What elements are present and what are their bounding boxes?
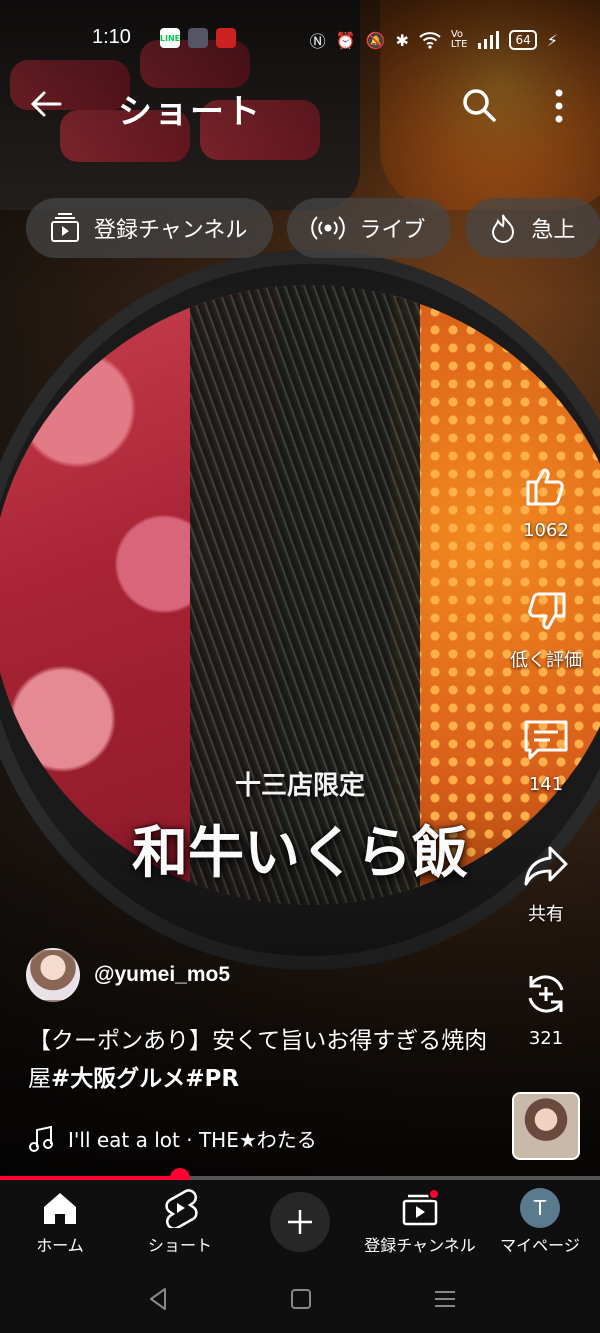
system-navigation-bar [0,1264,600,1333]
dislike-button[interactable]: 低く評価 [504,588,588,672]
signal-icon [478,31,500,49]
recents-menu-icon[interactable] [430,1284,460,1314]
nav-home[interactable]: ホーム [0,1188,120,1256]
music-thumbnail[interactable] [512,1092,580,1160]
battery-level: 64 [509,30,537,50]
nav-shorts-label: ショート [147,1236,212,1255]
user-avatar: T [520,1188,560,1228]
mute-icon: 🔕 [365,30,386,50]
chip-live[interactable]: ライブ [287,198,452,258]
home-icon [44,1193,76,1224]
nav-you[interactable]: T マイページ [480,1188,600,1256]
comments-button[interactable]: 141 [504,716,588,795]
subscriptions-icon [51,213,79,242]
feed-filter-chips: 登録チャンネル ライブ 急上 [26,198,600,258]
chip-label: ライブ [359,218,426,243]
music-track: I'll eat a lot · THE★わたる [68,1128,317,1152]
chip-subscriptions[interactable]: 登録チャンネル [26,198,274,258]
dislike-label: 低く評価 [510,650,582,671]
music-row[interactable]: I'll eat a lot · THE★わたる [28,1124,317,1153]
app-icon [188,28,208,48]
remix-icon [528,975,564,1013]
share-button[interactable]: 共有 [504,842,588,926]
status-indicators: Ⓝ ⏰ 🔕 ✱ Vo LTE 64 ⚡ [310,28,558,52]
share-label: 共有 [528,904,564,925]
like-button[interactable]: 1062 [504,462,588,541]
more-vert-icon [555,89,563,123]
plus-icon [288,1210,312,1234]
channel-avatar[interactable] [26,948,80,1002]
notification-dot [428,1188,440,1200]
line-app-icon: LINE [160,28,180,48]
remix-count: 321 [528,1028,564,1049]
chip-trending[interactable]: 急上 [465,198,600,258]
nav-shorts[interactable]: ショート [120,1188,240,1256]
home-square-icon[interactable] [286,1284,316,1314]
bluetooth-icon: ✱ [395,30,409,50]
nav-you-label: マイページ [500,1236,580,1255]
chip-label: 登録チャンネル [94,218,248,243]
thumb-up-icon [526,468,564,506]
search-icon [463,89,496,122]
comment-icon [524,720,568,760]
nfc-icon: Ⓝ [309,32,326,51]
status-time: 1:10 [92,26,131,48]
back-button[interactable] [28,86,68,126]
app-icon [216,28,236,48]
page-title: ショート [118,92,262,132]
nav-subscriptions-label: 登録チャンネル [364,1236,476,1255]
back-triangle-icon[interactable] [143,1284,173,1314]
trending-icon [492,214,515,243]
nav-subscriptions[interactable]: 登録チャンネル [360,1188,480,1256]
channel-handle[interactable]: @yumei_mo5 [94,963,230,987]
music-note-icon [29,1125,53,1152]
nav-home-label: ホーム [36,1236,84,1255]
arrow-left-icon [30,91,62,117]
shorts-icon [165,1189,198,1230]
live-icon [311,216,346,240]
shorts-header: ショート [0,80,600,134]
chip-label: 急上 [531,218,576,243]
wifi-icon [419,32,441,49]
comment-count: 141 [528,774,564,795]
status-bar: 1:10 LINE Ⓝ ⏰ 🔕 ✱ Vo LTE 64 ⚡ [0,24,600,58]
video-description[interactable]: 【クーポンあり】安くて旨いお得すぎる焼肉屋#大阪グルメ#PR [28,1022,498,1098]
like-count: 1062 [523,520,569,541]
share-icon [524,846,568,886]
alarm-icon: ⏰ [335,30,356,50]
hashtags[interactable]: #大阪グルメ#PR [51,1066,239,1092]
thumb-down-icon [528,592,566,630]
channel-row[interactable]: @yumei_mo5 [26,948,230,1002]
remix-button[interactable]: 321 [504,970,588,1049]
create-button[interactable] [270,1192,330,1252]
volte-icon: Vo LTE [450,29,468,50]
bottom-navigation: ホーム ショート 登録チャンネル T マイページ [0,1180,600,1264]
status-app-icons: LINE [160,28,236,48]
charging-icon: ⚡ [546,30,558,50]
more-options-button[interactable] [544,86,574,126]
search-button[interactable] [460,86,500,126]
